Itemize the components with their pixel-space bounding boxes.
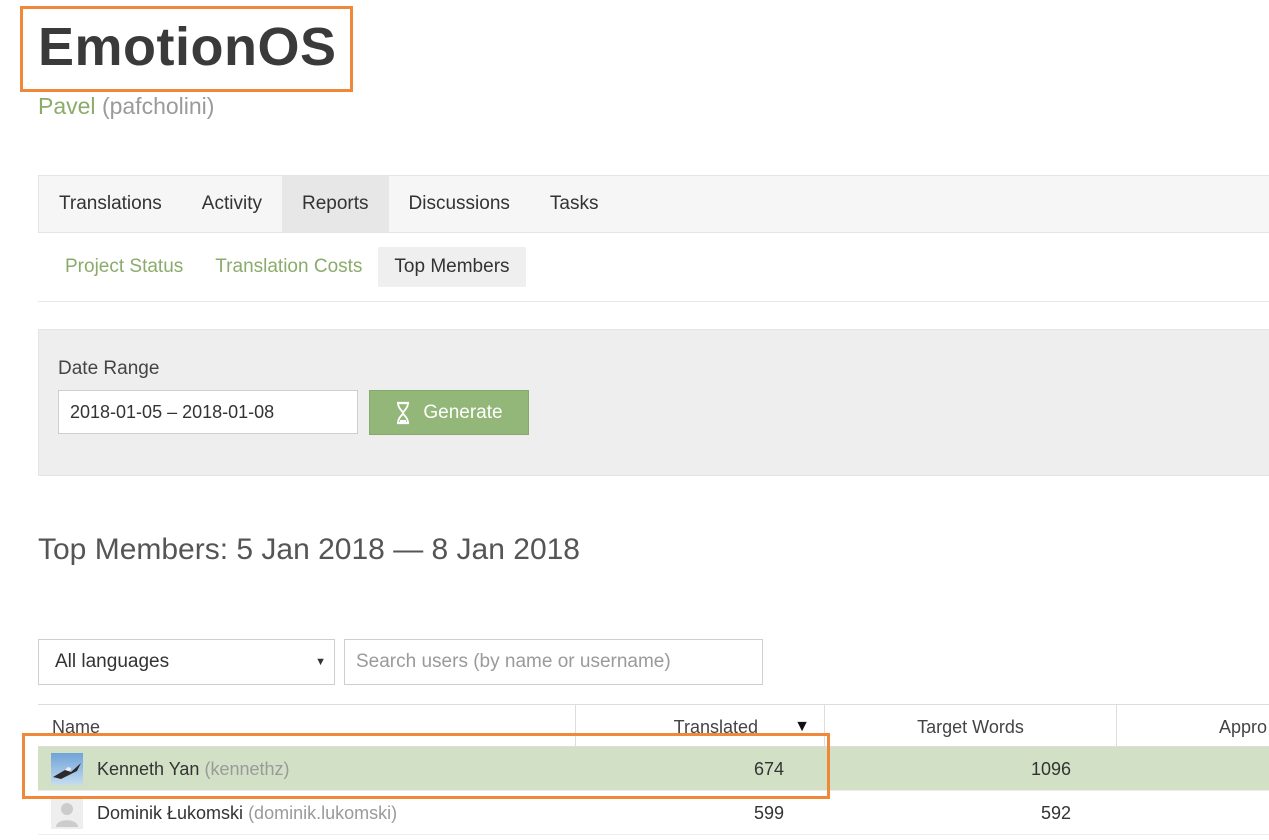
tab-tasks[interactable]: Tasks [530,176,619,232]
subtab-project-status[interactable]: Project Status [49,247,199,287]
project-owner: Pavel (pafcholini) [38,92,214,120]
cell-target-words: 1096 [1030,759,1071,779]
tab-discussions[interactable]: Discussions [389,176,530,232]
column-header-translated-label: Translated [673,717,758,737]
language-select-value: All languages [55,651,170,672]
project-title: EmotionOS [38,17,337,77]
language-select[interactable]: All languages ▼ [38,639,335,685]
member-name-link[interactable]: Dominik Łukomski (dominik.lukomski) [97,791,397,835]
member-username: (kennethz) [204,759,290,779]
generate-button[interactable]: Generate [369,390,529,435]
member-display-name: Kenneth Yan [97,759,200,779]
column-header-name[interactable]: Name [52,705,100,747]
member-username: (dominik.lukomski) [248,803,398,823]
search-users-input[interactable] [344,639,763,685]
tab-reports[interactable]: Reports [281,176,389,232]
date-range-panel: Date Range 2018-01-05 – 2018-01-08 Gener… [38,329,1269,476]
default-user-avatar [51,797,83,829]
tab-translations[interactable]: Translations [39,176,182,232]
member-name-link[interactable]: Kenneth Yan (kennethz) [97,747,290,791]
main-tabs: Translations Activity Reports Discussion… [38,175,1269,233]
dropdown-arrow-icon: ▼ [315,656,326,668]
subtab-top-members[interactable]: Top Members [378,247,526,287]
table-row: Kenneth Yan (kennethz) 674 1096 [38,747,1269,791]
owner-name-link[interactable]: Pavel [38,93,96,119]
bird-photo-avatar [51,753,83,785]
cell-translated: 599 [753,803,784,823]
report-sub-tabs: Project Status Translation Costs Top Mem… [38,247,1269,302]
generate-button-label: Generate [423,401,503,423]
section-heading: Top Members: 5 Jan 2018 — 8 Jan 2018 [38,533,580,566]
column-header-target-words[interactable]: Target Words [824,705,1116,747]
tab-activity[interactable]: Activity [182,176,282,232]
owner-username: (pafcholini) [101,93,215,119]
date-range-label: Date Range [58,358,160,379]
column-header-translated[interactable]: Translated ▼ [575,705,824,747]
cell-translated: 674 [753,759,784,779]
column-header-approved[interactable]: Appro [1116,705,1269,747]
cell-target-words: 592 [1040,803,1071,823]
top-members-table: Name Translated ▼ Target Words Appro Ken… [38,704,1269,835]
table-row: Dominik Łukomski (dominik.lukomski) 599 … [38,791,1269,835]
sort-descending-icon: ▼ [794,718,810,735]
date-range-input[interactable]: 2018-01-05 – 2018-01-08 [58,390,358,434]
hourglass-icon [395,401,411,425]
table-header: Name Translated ▼ Target Words Appro [38,704,1269,747]
subtab-translation-costs[interactable]: Translation Costs [199,247,378,287]
member-display-name: Dominik Łukomski [97,803,244,823]
